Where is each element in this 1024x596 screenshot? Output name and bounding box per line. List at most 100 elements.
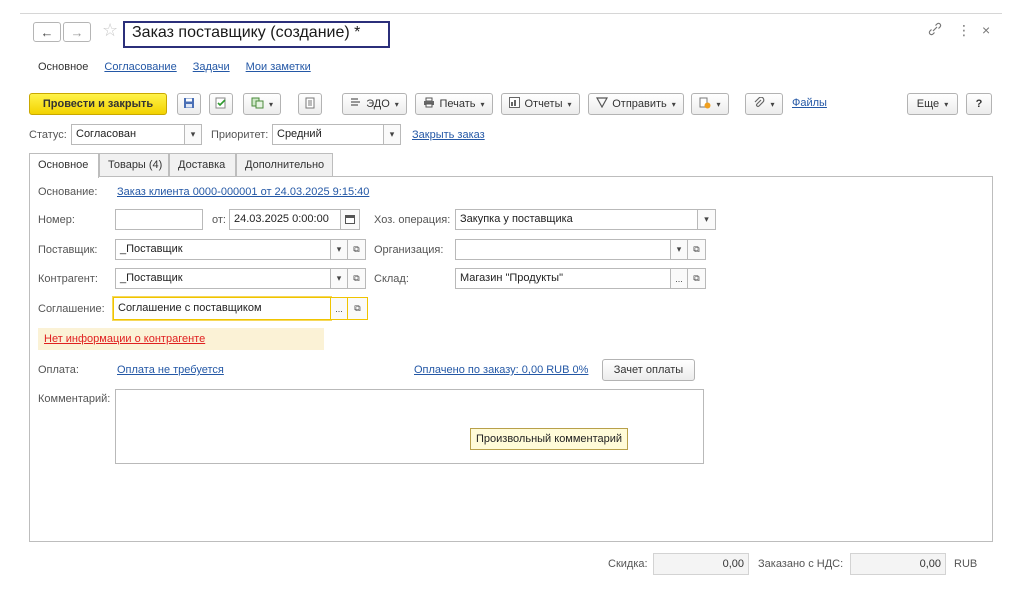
counterparty-input[interactable]: _Поставщик bbox=[115, 268, 331, 289]
priority-label: Приоритет: bbox=[211, 129, 269, 141]
status-dropdown[interactable]: ▾ bbox=[184, 124, 202, 145]
help-button[interactable]: ? bbox=[966, 93, 992, 115]
post-button[interactable] bbox=[209, 93, 233, 115]
structure-icon bbox=[699, 97, 711, 112]
chevron-down-icon: ▾ bbox=[480, 99, 485, 109]
section-notes[interactable]: Мои заметки bbox=[246, 61, 311, 73]
organization-label: Организация: bbox=[374, 244, 444, 256]
print-label: Печать bbox=[439, 98, 476, 110]
document-journal-icon bbox=[305, 97, 315, 112]
create-based-on-button[interactable]: ▾ bbox=[243, 93, 281, 115]
page-title: Заказ поставщику (создание) * bbox=[123, 21, 390, 48]
operation-label: Хоз. операция: bbox=[374, 214, 451, 226]
post-and-close-button[interactable]: Провести и закрыть bbox=[29, 93, 167, 115]
priority-dropdown[interactable]: ▾ bbox=[383, 124, 401, 145]
operation-dropdown[interactable]: ▾ bbox=[697, 209, 716, 230]
close-order-link[interactable]: Закрыть заказ bbox=[412, 129, 485, 141]
open-icon: ⧉ bbox=[354, 303, 361, 313]
print-icon bbox=[423, 97, 435, 111]
chevron-down-icon: ▾ bbox=[704, 214, 709, 224]
open-icon: ⧉ bbox=[353, 244, 360, 254]
section-nav: Основное Согласование Задачи Мои заметки bbox=[38, 61, 327, 73]
back-button[interactable]: ← bbox=[33, 22, 61, 42]
agreement-label: Соглашение: bbox=[38, 303, 105, 315]
status-select[interactable]: Согласован bbox=[71, 124, 185, 145]
edo-label: ЭДО bbox=[366, 98, 390, 110]
section-main[interactable]: Основное bbox=[38, 61, 88, 73]
calendar-button[interactable] bbox=[340, 209, 360, 230]
no-counterparty-info-link[interactable]: Нет информации о контрагенте bbox=[44, 333, 205, 345]
agreement-select-button[interactable]: ... bbox=[330, 297, 348, 320]
select-ellipsis-icon: ... bbox=[335, 303, 343, 314]
open-icon: ⧉ bbox=[353, 273, 360, 283]
select-ellipsis-icon: ... bbox=[675, 273, 683, 284]
chevron-down-icon: ▾ bbox=[268, 99, 273, 109]
more-label: Еще bbox=[916, 98, 940, 110]
forward-arrow-icon: → bbox=[70, 24, 84, 40]
payment-offset-button[interactable]: Зачет оплаты bbox=[602, 359, 695, 381]
tab-delivery[interactable]: Доставка bbox=[169, 153, 236, 177]
currency-label: RUB bbox=[954, 558, 978, 570]
chevron-down-icon: ▾ bbox=[394, 99, 399, 109]
counterparty-dropdown[interactable]: ▾ bbox=[330, 268, 348, 289]
ordered-vat-label: Заказано с НДС: bbox=[758, 558, 844, 570]
payment-label: Оплата: bbox=[38, 364, 79, 376]
ordered-vat-value: 0,00 bbox=[850, 553, 946, 575]
files-link[interactable]: Файлы bbox=[792, 97, 827, 109]
more-button[interactable]: Еще ▾ bbox=[907, 93, 958, 115]
date-input[interactable]: 24.03.2025 0:00:00 bbox=[229, 209, 341, 230]
comment-tooltip: Произвольный комментарий bbox=[470, 428, 629, 450]
counterparty-label: Контрагент: bbox=[38, 273, 98, 285]
section-tasks[interactable]: Задачи bbox=[193, 61, 230, 73]
comment-textarea[interactable] bbox=[115, 389, 704, 464]
basis-link[interactable]: Заказ клиента 0000-000001 от 24.03.2025 … bbox=[117, 186, 369, 198]
more-options-icon[interactable]: ⋮ bbox=[957, 22, 971, 39]
print-button[interactable]: Печать ▾ bbox=[415, 93, 493, 115]
payment-not-required-link[interactable]: Оплата не требуется bbox=[117, 364, 224, 376]
tab-main[interactable]: Основное bbox=[29, 153, 99, 178]
reports-icon bbox=[509, 97, 521, 111]
edo-button[interactable]: ЭДО ▾ bbox=[342, 93, 407, 115]
section-approval[interactable]: Согласование bbox=[104, 61, 176, 73]
counterparty-open-button[interactable]: ⧉ bbox=[347, 268, 366, 289]
back-arrow-icon: ← bbox=[40, 24, 54, 40]
tab-goods[interactable]: Товары (4) bbox=[99, 153, 169, 177]
supplier-open-button[interactable]: ⧉ bbox=[347, 239, 366, 260]
warehouse-open-button[interactable]: ⧉ bbox=[687, 268, 706, 289]
send-button[interactable]: Отправить ▾ bbox=[588, 93, 684, 115]
open-icon: ⧉ bbox=[693, 273, 700, 283]
reports-label: Отчеты bbox=[524, 98, 563, 110]
date-from-label: от: bbox=[212, 214, 226, 226]
agreement-input[interactable]: Соглашение с поставщиком bbox=[113, 297, 331, 320]
warehouse-input[interactable]: Магазин "Продукты" bbox=[455, 268, 671, 289]
supplier-dropdown[interactable]: ▾ bbox=[330, 239, 348, 260]
priority-select[interactable]: Средний bbox=[272, 124, 384, 145]
number-input[interactable] bbox=[115, 209, 203, 230]
save-button[interactable] bbox=[177, 93, 201, 115]
supplier-input[interactable]: _Поставщик bbox=[115, 239, 331, 260]
structure-button[interactable]: ▾ bbox=[691, 93, 729, 115]
operation-select[interactable]: Закупка у поставщика bbox=[455, 209, 698, 230]
paid-by-order-link[interactable]: Оплачено по заказу: 0,00 RUB 0% bbox=[414, 364, 588, 376]
edo-icon bbox=[350, 97, 362, 111]
attach-button[interactable]: ▾ bbox=[745, 93, 783, 115]
save-icon bbox=[183, 97, 195, 112]
calendar-icon bbox=[345, 214, 355, 226]
reports-button[interactable]: Отчеты ▾ bbox=[501, 93, 580, 115]
chevron-down-icon: ▾ bbox=[336, 244, 342, 254]
warehouse-select-button[interactable]: ... bbox=[670, 268, 688, 289]
favorite-star-icon[interactable]: ☆ bbox=[102, 20, 118, 41]
close-icon[interactable]: × bbox=[982, 22, 990, 38]
agreement-open-button[interactable]: ⧉ bbox=[347, 297, 368, 320]
organization-open-button[interactable]: ⧉ bbox=[687, 239, 706, 260]
forward-button[interactable]: → bbox=[63, 22, 91, 42]
basis-label: Основание: bbox=[38, 186, 98, 198]
organization-input[interactable] bbox=[455, 239, 671, 260]
discount-label: Скидка: bbox=[608, 558, 648, 570]
organization-dropdown[interactable]: ▾ bbox=[670, 239, 688, 260]
send-label: Отправить bbox=[612, 98, 667, 110]
document-journal-button[interactable] bbox=[298, 93, 322, 115]
send-icon bbox=[596, 97, 609, 111]
link-icon[interactable] bbox=[928, 22, 942, 39]
tab-additional[interactable]: Дополнительно bbox=[236, 153, 333, 177]
